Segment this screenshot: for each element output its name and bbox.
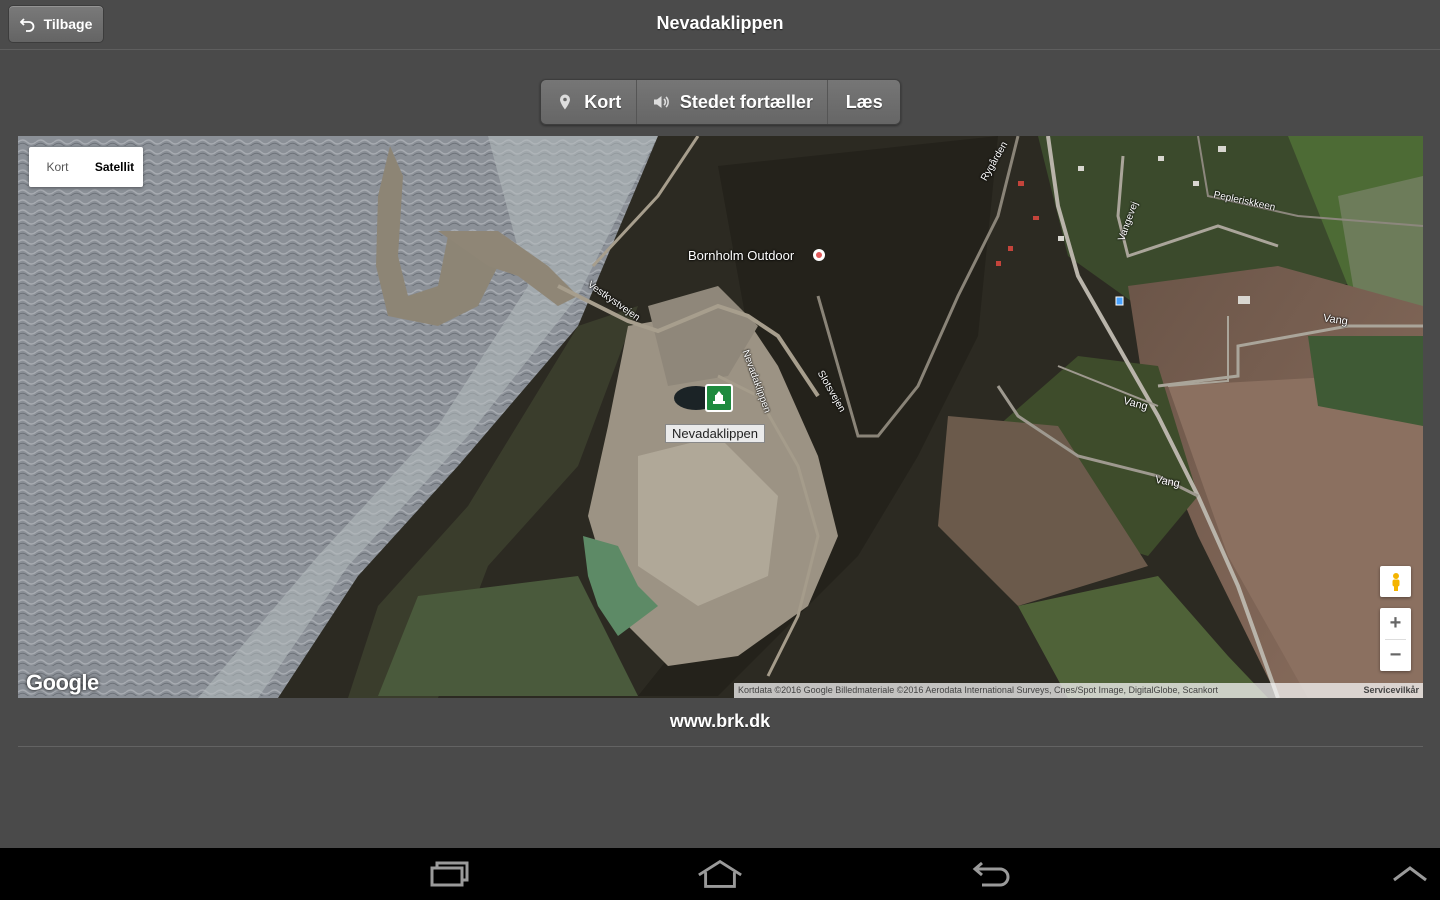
home-icon	[698, 859, 742, 888]
tab-bar: Kort Stedet fortæller Læs	[540, 79, 901, 125]
tab-laes-label: Læs	[845, 91, 883, 112]
google-logo: Google	[26, 670, 99, 695]
home-button[interactable]	[696, 858, 744, 890]
tab-laes[interactable]: Læs	[828, 80, 900, 124]
place-label[interactable]: Nevadaklippen	[665, 424, 766, 443]
place-marker[interactable]	[705, 384, 733, 412]
website-link[interactable]: www.brk.dk	[0, 711, 1440, 732]
speaker-icon	[653, 96, 669, 108]
attribution-text: Kortdata ©2016 Google Billedmateriale ©2…	[738, 685, 1219, 695]
header-bar: Tilbage Nevadaklippen	[0, 0, 1440, 50]
poi-marker-icon[interactable]	[812, 248, 826, 262]
zoom-out-button[interactable]: −	[1380, 640, 1411, 671]
zoom-in-button[interactable]: +	[1380, 608, 1411, 639]
zoom-control: + −	[1380, 608, 1411, 671]
recent-apps-icon	[430, 861, 469, 887]
map-type-satellit[interactable]: Satellit	[86, 160, 143, 174]
map-view[interactable]: Kort Satellit Bornholm Outdoor Nevadakli…	[18, 136, 1423, 698]
system-nav-bar	[0, 848, 1440, 900]
tab-kort-label: Kort	[584, 91, 622, 112]
map-type-kort[interactable]: Kort	[29, 160, 86, 174]
tab-stedet-label: Stedet fortæller	[679, 91, 813, 112]
chevron-up-icon	[1393, 866, 1427, 882]
satellite-imagery	[18, 136, 1423, 698]
map-pin-icon	[560, 94, 571, 110]
tab-kort[interactable]: Kort	[541, 80, 638, 124]
poi-label[interactable]: Bornholm Outdoor	[688, 248, 794, 263]
expand-button[interactable]	[1386, 858, 1434, 890]
monument-icon	[713, 391, 725, 404]
divider	[18, 746, 1423, 747]
map-attribution: Kortdata ©2016 Google Billedmateriale ©2…	[734, 683, 1423, 698]
map-type-toggle: Kort Satellit	[29, 147, 143, 187]
back-icon	[972, 861, 1010, 887]
pegman-icon	[1392, 572, 1399, 591]
back-nav-button[interactable]	[968, 858, 1016, 890]
page-title: Nevadaklippen	[656, 13, 784, 33]
recent-apps-button[interactable]	[425, 858, 473, 890]
terms-link[interactable]: Servicevilkår	[1363, 683, 1419, 698]
tab-stedet-fortaeller[interactable]: Stedet fortæller	[637, 80, 829, 124]
street-view-button[interactable]	[1380, 566, 1411, 597]
